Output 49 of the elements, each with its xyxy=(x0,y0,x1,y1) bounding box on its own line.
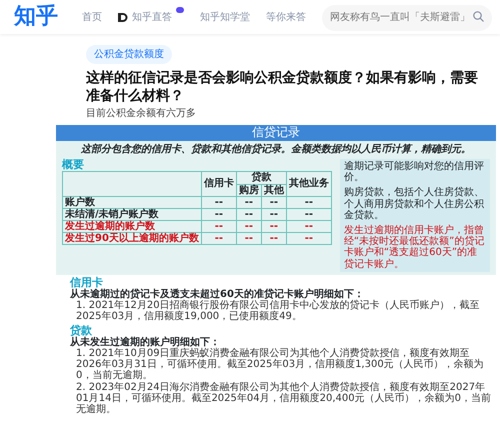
row-label: 发生过90天以上逾期的账户数 xyxy=(62,232,202,245)
table-cell: -- xyxy=(236,196,262,208)
list-item: 1. 2021年12月20日招商银行股份有限公司信用卡中心发放的贷记卡（人民币账户），截至2025年03月，信用额度19,000，已使用额度49。 xyxy=(75,300,481,323)
nav-link[interactable]: 首页 xyxy=(82,10,102,24)
document-header: 信贷记录 xyxy=(56,125,496,141)
question-detail: 目前公积金余额有六万多 xyxy=(86,106,197,122)
table-cell: -- xyxy=(201,232,236,245)
list-item: 1. 2021年10月09日重庆蚂蚁消费金融有限公司为其他个人消费贷款授信，额度有效期至2026年03月31日，可循环使用。截至2025年03月，信用额度1,300元（人民币），余额为0，当前无逾期。 xyxy=(75,348,485,382)
table-cell: -- xyxy=(261,208,286,221)
note-text: 发生过逾期的信用卡账户，指曾经“未按时还最低还款额”的贷记卡账户和“透支超过60天”的准贷记卡账户。 xyxy=(344,224,486,270)
note-text: 购房贷款，包括个人住房贷款、个人商用房贷款和个人住房公积金贷款。 xyxy=(344,187,485,221)
table-cell: -- xyxy=(261,196,286,208)
section-heading: 信用卡 xyxy=(70,276,103,289)
column-group-header: 贷款 xyxy=(236,172,286,184)
intro-text: 这部分包含您的信用卡、贷款和其他信贷记录。金额类数据均以人民币计算，精确到元。 xyxy=(80,144,472,155)
column-header: 其他业务 xyxy=(286,172,332,196)
summary-heading: 概要 xyxy=(62,159,85,172)
table-cell: -- xyxy=(236,232,262,245)
table-cell: -- xyxy=(286,208,332,221)
question-title: 这样的征信记录是否会影响公积金贷款额度？如果有影响，需要准备什么材料？ xyxy=(86,69,479,106)
note-text: 逾期记录可能影响对您的信用评价。 xyxy=(344,161,485,184)
row-label: 未结清/未销户账户数 xyxy=(62,208,202,221)
row-label: 账户数 xyxy=(62,196,202,208)
section-heading: 贷款 xyxy=(70,324,92,337)
table-cell: -- xyxy=(201,220,236,233)
nav-link[interactable]: 等你来答 xyxy=(266,10,306,24)
table-cell: -- xyxy=(261,220,286,233)
table-cell: -- xyxy=(201,208,236,221)
table-cell: -- xyxy=(236,208,262,221)
topic-tag[interactable]: 公积金贷款额度 xyxy=(86,45,172,64)
site-logo[interactable]: 知乎 xyxy=(14,6,58,28)
section-subtitle: 从未逾期过的贷记卡及透支未超过60天的准贷记卡账户明细如下： xyxy=(70,289,365,300)
search-icon[interactable] xyxy=(473,11,484,22)
nav-link[interactable]: 知乎直答 xyxy=(118,10,172,24)
nav-link[interactable]: 知乎知学堂 xyxy=(200,10,250,24)
list-item: 2. 2023年02月24日海尔消费金融有限公司为其他个人消费贷款授信，额度有效期至2027年01月14日，可循环使用。截至2025年04月，信用额度20,400元（人民币），余额为0，当前无逾期。 xyxy=(75,382,492,416)
table-cell: -- xyxy=(201,196,236,208)
new-badge-icon xyxy=(176,7,184,13)
search-field[interactable]: 网友称有鸟一直叫「夫斯避雷」 xyxy=(322,4,492,31)
table-cell: -- xyxy=(261,232,286,245)
column-header: 其他 xyxy=(261,184,286,196)
table-cell: -- xyxy=(286,196,332,208)
section-subtitle: 从未发生过逾期的账户明细如下： xyxy=(70,336,220,348)
column-header: 购房 xyxy=(236,184,262,196)
table-cell: -- xyxy=(286,232,332,245)
table-cell: -- xyxy=(286,220,332,233)
table-cell: -- xyxy=(236,220,262,233)
column-header: 信用卡 xyxy=(201,172,236,196)
row-label: 发生过逾期的账户数 xyxy=(62,220,202,233)
